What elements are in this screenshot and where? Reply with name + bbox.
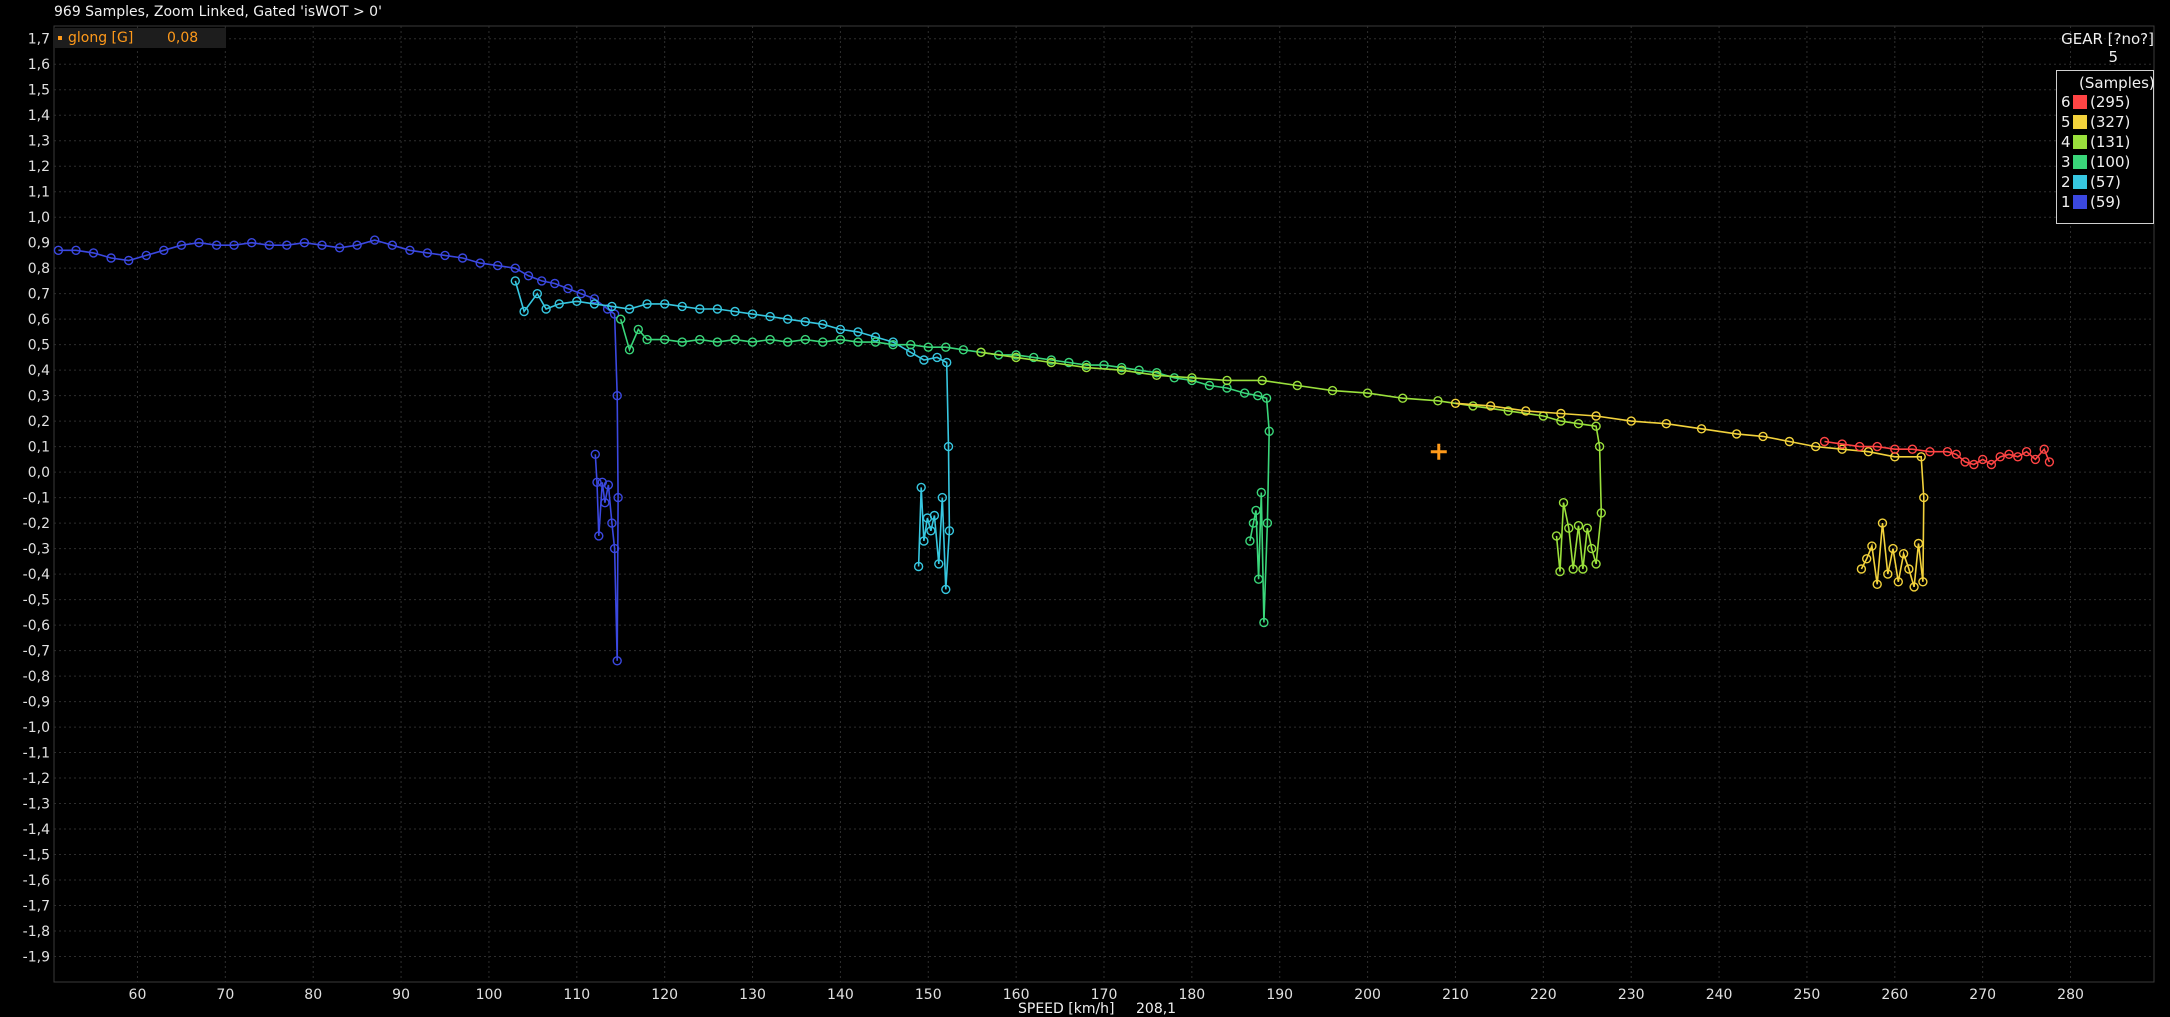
cursor-value: 0,08	[167, 30, 199, 46]
x-axis-label: SPEED [km/h]	[1018, 1001, 1115, 1017]
cursor-channel: glong [G]	[68, 30, 134, 46]
y-tick-label: 0,1	[28, 440, 50, 456]
x-tick-label: 210	[1442, 987, 1469, 1003]
x-tick-label: 120	[651, 987, 678, 1003]
legend-swatch	[2073, 175, 2087, 189]
x-tick-label: 190	[1266, 987, 1293, 1003]
legend-item[interactable]: 1 (59)	[2061, 193, 2121, 211]
legend-count: (327)	[2090, 113, 2131, 131]
legend-item[interactable]: 2 (57)	[2061, 173, 2121, 191]
x-tick-label: 100	[476, 987, 503, 1003]
legend-gear: 5	[2061, 113, 2071, 131]
y-tick-label: 1,2	[28, 159, 50, 175]
y-tick-label: -1,9	[23, 950, 50, 966]
legend-item[interactable]: 3 (100)	[2061, 153, 2130, 171]
x-tick-label: 280	[2057, 987, 2084, 1003]
x-cursor-value: 208,1	[1136, 1001, 1177, 1017]
x-tick-label: 180	[1178, 987, 1205, 1003]
legend-swatch	[2073, 195, 2087, 209]
legend-count: (100)	[2090, 153, 2131, 171]
legend-item[interactable]: 6 (295)	[2061, 93, 2130, 111]
legend-gear: 4	[2061, 133, 2071, 151]
y-tick-label: -1,1	[23, 746, 50, 762]
legend-gear: 6	[2061, 93, 2071, 111]
x-tick-label: 250	[1794, 987, 1821, 1003]
x-tick-label: 90	[392, 987, 410, 1003]
x-tick-label: 130	[739, 987, 766, 1003]
y-tick-label: -0,5	[23, 593, 50, 609]
y-tick-label: -1,6	[23, 873, 50, 889]
legend-count: (57)	[2090, 173, 2121, 191]
legend-count: (131)	[2090, 133, 2131, 151]
y-tick-label: 1,6	[28, 57, 50, 73]
y-axis-ticks: 1,7 1,6 1,5 1,4 1,3 1,2 1,1 1,0 0,9 0,8 0,7 0,6 0,5 0…	[23, 32, 50, 966]
y-tick-label: -0,8	[23, 669, 50, 685]
legend-gear: 1	[2061, 193, 2071, 211]
y-tick-label: -1,4	[23, 822, 50, 838]
y-tick-label: 0,0	[28, 465, 50, 481]
cursor-readout: glong [G] 0,08	[54, 28, 226, 48]
legend-item[interactable]: 5 (327)	[2061, 113, 2130, 131]
y-tick-label: -0,3	[23, 542, 50, 558]
y-tick-label: -1,8	[23, 924, 50, 940]
y-tick-label: -1,3	[23, 797, 50, 813]
y-tick-label: 1,5	[28, 83, 50, 99]
sample-status: 969 Samples, Zoom Linked, Gated 'isWOT >…	[54, 4, 382, 20]
y-tick-label: 1,1	[28, 185, 50, 201]
gear-legend: (Samples) 6 (295) 5 (327) 4 (131) 3 (100) 2 (…	[2056, 70, 2155, 224]
y-tick-label: -0,2	[23, 516, 50, 532]
y-tick-label: 0,6	[28, 312, 50, 328]
legend-swatch	[2073, 155, 2087, 169]
y-tick-label: 1,0	[28, 210, 50, 226]
y-tick-label: -1,5	[23, 848, 50, 864]
legend-item[interactable]: 4 (131)	[2061, 133, 2130, 151]
x-tick-label: 270	[1969, 987, 1996, 1003]
y-tick-label: 0,8	[28, 261, 50, 277]
legend-swatch	[2073, 95, 2087, 109]
x-tick-label: 150	[915, 987, 942, 1003]
x-tick-label: 60	[129, 987, 147, 1003]
y-tick-label: -0,7	[23, 644, 50, 660]
y-tick-label: 1,7	[28, 32, 50, 48]
y-tick-label: -1,0	[23, 720, 50, 736]
legend-title: GEAR [?no?]	[2061, 30, 2154, 48]
legend-swatch	[2073, 135, 2087, 149]
x-tick-label: 260	[1881, 987, 1908, 1003]
legend-gear: 3	[2061, 153, 2071, 171]
legend-subtitle: (Samples)	[2079, 74, 2155, 92]
y-tick-label: 0,2	[28, 414, 50, 430]
chart-plot[interactable]: 1,7 1,6 1,5 1,4 1,3 1,2 1,1 1,0 0,9 0,8 0,7 0,6 0,5 0…	[0, 0, 2170, 1012]
y-tick-label: 1,4	[28, 108, 50, 124]
x-tick-label: 220	[1530, 987, 1557, 1003]
y-tick-label: -0,6	[23, 618, 50, 634]
x-tick-label: 240	[1706, 987, 1733, 1003]
y-tick-label: -1,2	[23, 771, 50, 787]
y-tick-label: 0,3	[28, 389, 50, 405]
x-tick-label: 230	[1618, 987, 1645, 1003]
y-tick-label: -0,9	[23, 695, 50, 711]
y-tick-label: -1,7	[23, 899, 50, 915]
legend-gear: 2	[2061, 173, 2071, 191]
y-tick-label: -0,4	[23, 567, 50, 583]
x-tick-label: 70	[216, 987, 234, 1003]
channel-marker-icon	[58, 36, 62, 40]
legend-swatch	[2073, 115, 2087, 129]
x-tick-label: 140	[827, 987, 854, 1003]
y-tick-label: 0,4	[28, 363, 50, 379]
x-tick-label: 110	[563, 987, 590, 1003]
y-tick-label: -0,1	[23, 491, 50, 507]
y-tick-label: 0,5	[28, 338, 50, 354]
legend-current-gear: 5	[2108, 48, 2118, 66]
plot-area	[53, 25, 2155, 983]
y-tick-label: 1,3	[28, 134, 50, 150]
legend-count: (59)	[2090, 193, 2121, 211]
x-tick-label: 80	[304, 987, 322, 1003]
x-tick-label: 200	[1354, 987, 1381, 1003]
legend-count: (295)	[2090, 93, 2131, 111]
y-tick-label: 0,7	[28, 287, 50, 303]
y-tick-label: 0,9	[28, 236, 50, 252]
